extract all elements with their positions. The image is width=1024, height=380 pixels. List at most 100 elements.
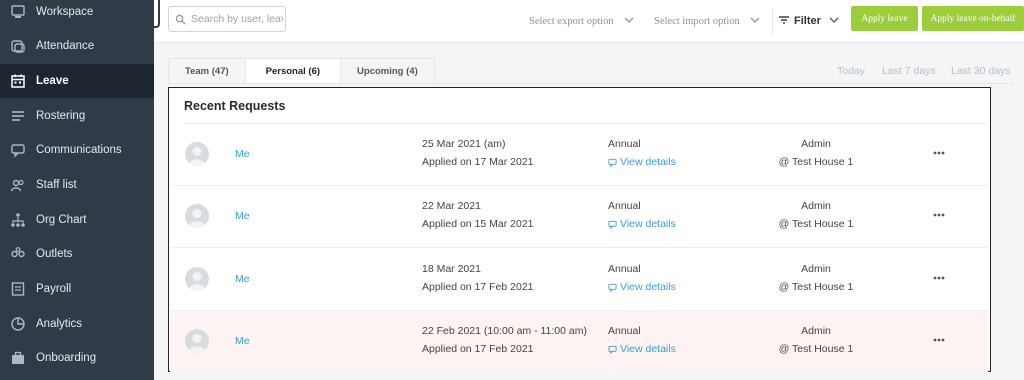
sidebar-item-label: Payroll xyxy=(36,283,72,295)
leave-type: Annual xyxy=(608,263,641,275)
sidebar-item-label: Onboarding xyxy=(36,352,97,364)
leave-type: Annual xyxy=(608,325,641,337)
range-last-7-days[interactable]: Last 7 days xyxy=(882,65,936,77)
chat-icon xyxy=(10,142,26,158)
user-link[interactable]: Me xyxy=(235,148,250,160)
card-title: Recent Requests xyxy=(184,99,286,113)
sidebar-item-communications[interactable]: Communications xyxy=(0,133,154,167)
table-row: Me 22 Feb 2021 (10:00 am - 11:00 am) App… xyxy=(170,311,988,373)
attendance-icon xyxy=(10,38,26,54)
applied-date: Applied on 17 Mar 2021 xyxy=(422,156,534,168)
sidebar-item-org-chart[interactable]: Org Chart xyxy=(0,203,154,237)
sidebar-item-label: Communications xyxy=(36,144,122,156)
analytics-icon xyxy=(10,316,26,332)
applied-date: Applied on 15 Mar 2021 xyxy=(422,218,534,230)
tab-personal[interactable]: Personal (6) xyxy=(244,58,342,84)
calendar-icon xyxy=(10,73,26,89)
view-details-link[interactable]: View details xyxy=(608,343,676,355)
range-today[interactable]: Today xyxy=(837,65,865,77)
view-details-link[interactable]: View details xyxy=(608,156,676,168)
export-dropdown-label: Select export option xyxy=(529,15,614,27)
avatar xyxy=(185,142,209,166)
sidebar-item-workspace[interactable]: Workspace xyxy=(0,0,154,29)
location: @ Test House 1 xyxy=(778,156,854,168)
approver-role: Admin xyxy=(801,325,831,337)
recent-requests-card: Recent Requests Me 25 Mar 2021 (am) Appl… xyxy=(168,87,991,373)
sidebar-item-label: Leave xyxy=(36,75,69,87)
more-options-icon[interactable] xyxy=(932,271,946,283)
import-dropdown[interactable]: Select import option xyxy=(654,12,760,30)
sidebar-item-outlets[interactable]: Outlets xyxy=(0,237,154,271)
tab-upcoming[interactable]: Upcoming (4) xyxy=(340,58,435,84)
sidebar-item-label: Workspace xyxy=(36,6,94,18)
applied-date: Applied on 17 Feb 2021 xyxy=(422,343,534,355)
view-details-link[interactable]: View details xyxy=(608,218,676,230)
chevron-down-icon xyxy=(624,16,634,27)
people-icon xyxy=(10,177,26,193)
apply-leave-on-behalf-button[interactable]: Apply leave on-behalf xyxy=(922,6,1024,31)
comment-icon xyxy=(608,283,617,292)
search-box[interactable] xyxy=(168,6,286,32)
sidebar-item-label: Rostering xyxy=(36,110,86,122)
view-details-label: View details xyxy=(620,218,676,230)
tab-divider xyxy=(168,83,1014,84)
approver-role: Admin xyxy=(801,200,831,212)
more-options-icon[interactable] xyxy=(932,208,946,220)
table-row: Me 18 Mar 2021 Applied on 17 Feb 2021 An… xyxy=(170,249,988,311)
tab-bar: Team (47) Personal (6) Upcoming (4) xyxy=(168,58,435,84)
sidebar-item-rostering[interactable]: Rostering xyxy=(0,99,154,133)
search-input[interactable] xyxy=(191,13,283,25)
comment-icon xyxy=(608,158,617,167)
comment-icon xyxy=(608,220,617,229)
location: @ Test House 1 xyxy=(778,218,854,230)
leave-date: 18 Mar 2021 xyxy=(422,263,481,275)
chevron-down-icon xyxy=(829,15,839,27)
workspace-icon xyxy=(10,4,26,20)
outlets-icon xyxy=(10,246,26,262)
range-last-30-days[interactable]: Last 30 days xyxy=(951,65,1011,77)
leave-type: Annual xyxy=(608,138,641,150)
user-link[interactable]: Me xyxy=(235,335,250,347)
rostering-icon xyxy=(10,108,26,124)
table-row: Me 22 Mar 2021 Applied on 15 Mar 2021 An… xyxy=(170,186,988,248)
location: @ Test House 1 xyxy=(778,343,854,355)
leave-date: 22 Feb 2021 (10:00 am - 11:00 am) xyxy=(422,325,587,337)
leave-date: 22 Mar 2021 xyxy=(422,200,481,212)
more-options-icon[interactable] xyxy=(932,146,946,158)
search-icon xyxy=(175,14,186,25)
table-row: Me 25 Mar 2021 (am) Applied on 17 Mar 20… xyxy=(170,124,988,186)
view-details-label: View details xyxy=(620,343,676,355)
sidebar-item-analytics[interactable]: Analytics xyxy=(0,307,154,341)
more-options-icon[interactable] xyxy=(932,333,946,345)
payroll-icon xyxy=(10,281,26,297)
sidebar-item-payroll[interactable]: Payroll xyxy=(0,272,154,306)
sidebar-item-label: Outlets xyxy=(36,248,73,260)
apply-leave-button[interactable]: Apply leave xyxy=(851,6,918,31)
briefcase-icon xyxy=(10,350,26,366)
leave-date: 25 Mar 2021 (am) xyxy=(422,138,506,150)
sidebar-item-leave[interactable]: Leave xyxy=(0,64,154,98)
sidebar-item-label: Org Chart xyxy=(36,214,87,226)
chevron-down-icon xyxy=(750,16,760,27)
approver-role: Admin xyxy=(801,263,831,275)
sidebar-item-staff-list[interactable]: Staff list xyxy=(0,168,154,202)
divider xyxy=(772,8,773,34)
user-link[interactable]: Me xyxy=(235,273,250,285)
filter-label: Filter xyxy=(794,15,821,27)
sidebar-item-label: Staff list xyxy=(36,179,77,191)
user-link[interactable]: Me xyxy=(235,210,250,222)
view-details-link[interactable]: View details xyxy=(608,281,676,293)
avatar xyxy=(185,329,209,353)
import-dropdown-label: Select import option xyxy=(654,15,740,27)
filter-dropdown[interactable]: Filter xyxy=(778,12,839,30)
leave-type: Annual xyxy=(608,200,641,212)
sidebar: Workspace Attendance Leave Rostering Com… xyxy=(0,0,154,380)
export-dropdown[interactable]: Select export option xyxy=(529,12,634,30)
sidebar-item-onboarding[interactable]: Onboarding xyxy=(0,341,154,375)
avatar xyxy=(185,267,209,291)
menu-toggle[interactable] xyxy=(154,0,160,28)
view-details-label: View details xyxy=(620,156,676,168)
tab-team[interactable]: Team (47) xyxy=(168,58,246,84)
sidebar-item-attendance[interactable]: Attendance xyxy=(0,29,154,63)
filter-icon xyxy=(778,15,790,28)
